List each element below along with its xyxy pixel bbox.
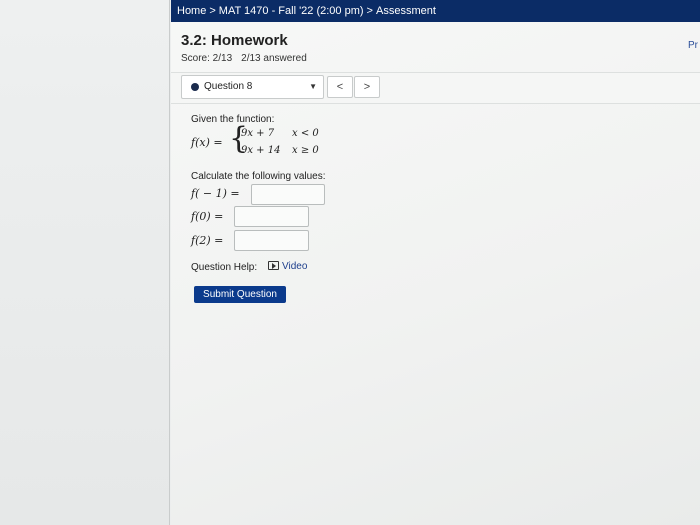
piece-1-expression: 9x + 7 — [241, 128, 275, 139]
chevron-right-icon: > — [363, 81, 371, 93]
piece-2-condition: x ≥ 0 — [292, 145, 319, 156]
submit-question-button[interactable]: Submit Question — [194, 286, 286, 303]
answer-input-f-2[interactable] — [234, 230, 309, 251]
breadcrumb-separator: > — [366, 5, 373, 17]
score-text: Score: 2/13 — [181, 53, 233, 64]
function-label: f(x) = — [191, 136, 223, 149]
question-help-label: Question Help: — [191, 262, 258, 273]
chevron-down-icon: ▼ — [309, 82, 317, 91]
question-select[interactable]: Question 8 ▼ — [181, 75, 324, 99]
video-icon — [268, 261, 279, 270]
piece-1-condition: x < 0 — [292, 128, 319, 139]
piece-2-expression: 9x + 14 — [241, 145, 281, 156]
page-title: 3.2: Homework — [181, 32, 288, 49]
breadcrumb-current: Assessment — [375, 5, 436, 17]
breadcrumb: Home > MAT 1470 - Fall '22 (2:00 pm) > Asses… — [171, 0, 700, 22]
prev-question-button[interactable]: < — [327, 76, 353, 98]
part-2-label: f(0) = — [191, 210, 224, 223]
breadcrumb-course[interactable]: MAT 1470 - Fall '22 (2:00 pm) — [219, 5, 364, 17]
question-select-value: Question 8 — [204, 81, 253, 92]
part-1-label: f( − 1) = — [191, 187, 240, 200]
problem-instruction: Calculate the following values: — [191, 171, 326, 182]
next-question-button[interactable]: > — [354, 76, 380, 98]
part-3-label: f(2) = — [191, 234, 224, 247]
answered-text: 2/13 answered — [241, 53, 307, 64]
status-dot-icon — [191, 83, 199, 91]
right-edge-link[interactable]: Pr — [688, 40, 698, 51]
video-link-label: Video — [282, 261, 308, 272]
answer-input-f-neg1[interactable] — [251, 184, 325, 205]
score-line: Score: 2/13 2/13 answered — [181, 53, 307, 64]
chevron-left-icon: < — [336, 81, 344, 93]
breadcrumb-home[interactable]: Home — [177, 5, 206, 17]
breadcrumb-separator: > — [209, 5, 216, 17]
answer-input-f-0[interactable] — [234, 206, 309, 227]
video-help-link[interactable]: Video — [268, 261, 307, 272]
left-pane — [0, 0, 170, 525]
